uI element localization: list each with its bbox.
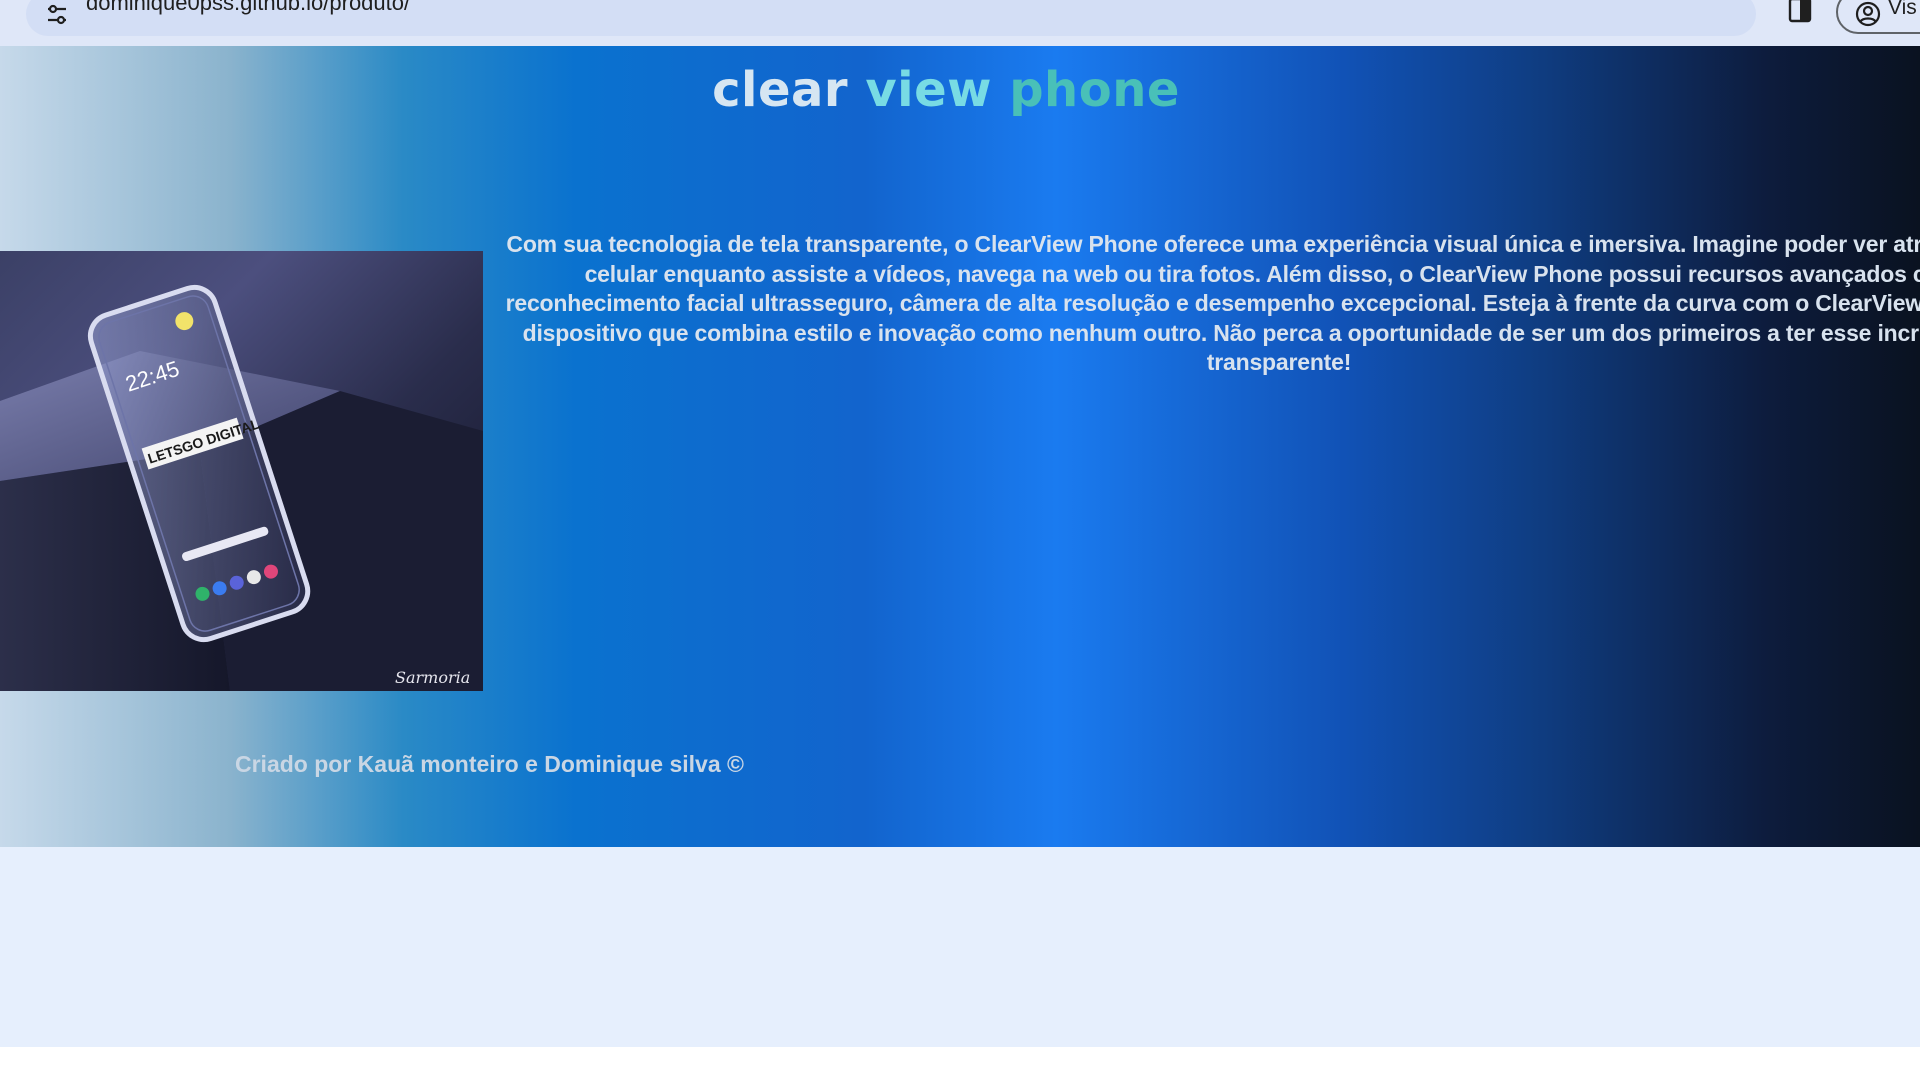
image-signature: Sarmoria xyxy=(395,668,470,687)
product-image: 22:45 LETSGO DIGITAL Sarmoria xyxy=(0,251,483,691)
side-panel-icon[interactable] xyxy=(1785,0,1815,26)
page-hero: clear view phone 22:45 LETSGO DIGITAL Sa… xyxy=(0,46,1920,847)
page-title: clear view phone xyxy=(0,56,1892,124)
site-settings-icon[interactable] xyxy=(42,0,72,30)
browser-toolbar: dominique0pss.github.io/produto/ Vis xyxy=(0,0,1920,46)
address-bar[interactable]: dominique0pss.github.io/produto/ xyxy=(26,0,1756,36)
title-word-phone: phone xyxy=(1009,62,1180,118)
profile-button[interactable]: Vis xyxy=(1836,0,1920,34)
page-empty-area xyxy=(0,847,1920,1047)
footer-credit: Criado por Kauã monteiro e Dominique sil… xyxy=(235,751,744,777)
title-word-view: view xyxy=(865,62,992,118)
url-text[interactable]: dominique0pss.github.io/produto/ xyxy=(86,0,410,14)
profile-label: Vis xyxy=(1888,0,1917,19)
product-description: Com sua tecnologia de tela transparente,… xyxy=(505,231,1920,375)
page-bottom-edge xyxy=(0,1047,1920,1080)
transparent-phone-illustration: 22:45 LETSGO DIGITAL Sarmoria xyxy=(0,284,483,691)
profile-icon xyxy=(1855,1,1881,27)
title-word-clear: clear xyxy=(712,62,849,118)
